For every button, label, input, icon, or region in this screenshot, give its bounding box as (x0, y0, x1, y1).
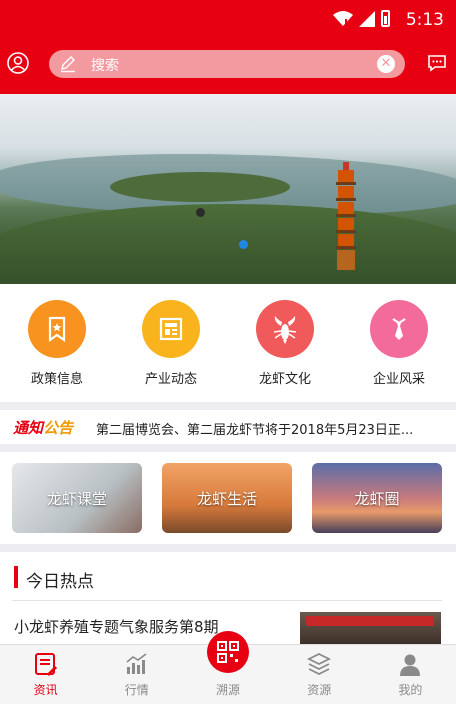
bottom-tab-bar: 资讯 行情 溯源 资源 我的 (0, 631, 456, 704)
thumbnail-banner (306, 616, 434, 626)
card-crayfish-life[interactable]: 龙虾生活 (162, 463, 292, 533)
card-crayfish-class[interactable]: 龙虾课堂 (12, 463, 142, 533)
category-label: 企业风采 (372, 372, 425, 387)
tab-label: 溯源 (216, 683, 241, 697)
tab-label: 行情 (124, 683, 149, 697)
tab-resources[interactable]: 资源 (274, 645, 365, 704)
bookmark-star-icon (28, 300, 86, 358)
app-root: 5:13 搜索 ✕ 政策信息 产业动态 龙虾文化 企业风采 通知公告 第二届博览… (0, 0, 456, 704)
person-icon (400, 654, 421, 676)
tab-news[interactable]: 资讯 (0, 645, 91, 704)
section-accent-bar (14, 566, 18, 588)
tab-label: 我的 (398, 683, 423, 697)
card-label: 龙虾课堂 (46, 489, 107, 508)
status-time: 5:13 (405, 10, 444, 30)
tab-label: 资讯 (33, 683, 58, 697)
feature-cards: 龙虾课堂 龙虾生活 龙虾圈 (0, 452, 456, 544)
wifi-icon (333, 10, 353, 26)
header: 搜索 ✕ (0, 40, 456, 94)
category-enterprise[interactable]: 企业风采 (342, 284, 456, 402)
category-label: 产业动态 (144, 372, 197, 387)
layers-icon (307, 652, 332, 676)
banner-carousel[interactable] (0, 94, 456, 284)
tab-label: 资源 (307, 683, 332, 697)
category-industry[interactable]: 产业动态 (114, 284, 228, 402)
news-icon (142, 300, 200, 358)
status-bar: 5:13 (0, 0, 456, 40)
banner-island (110, 172, 290, 202)
category-culture[interactable]: 龙虾文化 (228, 284, 342, 402)
clear-icon[interactable]: ✕ (377, 55, 395, 73)
search-bar[interactable]: 搜索 ✕ (49, 50, 405, 78)
tab-market[interactable]: 行情 (91, 645, 182, 704)
notice-bar[interactable]: 通知公告 第二届博览会、第二届龙虾节将于2018年5月23日正... (0, 410, 456, 444)
battery-icon (381, 10, 390, 27)
status-icons (333, 10, 390, 27)
pagoda-image (336, 162, 356, 270)
qr-code-icon[interactable] (207, 631, 249, 673)
edit-icon (61, 56, 75, 73)
user-icon[interactable] (7, 52, 29, 74)
chart-icon (126, 653, 147, 674)
card-label: 龙虾圈 (354, 489, 400, 508)
category-grid: 政策信息 产业动态 龙虾文化 企业风采 (0, 284, 456, 402)
tab-mine[interactable]: 我的 (365, 645, 456, 704)
divider (12, 600, 442, 601)
category-label: 龙虾文化 (258, 372, 311, 387)
notice-tag: 通知公告 (13, 417, 73, 438)
message-icon[interactable] (427, 54, 447, 72)
category-label: 政策信息 (30, 372, 83, 387)
card-label: 龙虾生活 (196, 489, 257, 508)
carousel-indicator (0, 208, 456, 249)
notice-tag-part2: 公告 (43, 419, 74, 437)
news-headline[interactable]: 小龙虾养殖专题气象服务第8期 (14, 616, 219, 637)
carousel-dot-active[interactable] (239, 240, 248, 249)
crayfish-icon (256, 300, 314, 358)
carousel-dot[interactable] (196, 208, 205, 217)
news-thumbnail[interactable] (300, 612, 441, 646)
signal-icon (359, 10, 375, 27)
card-crayfish-circle[interactable]: 龙虾圈 (312, 463, 442, 533)
notice-text: 第二届博览会、第二届龙虾节将于2018年5月23日正... (96, 423, 414, 438)
section-title: 今日热点 (26, 572, 94, 592)
tab-trace[interactable]: 溯源 (182, 631, 273, 704)
news-tab-icon (34, 653, 57, 676)
category-policy[interactable]: 政策信息 (0, 284, 114, 402)
notice-tag-part1: 通知 (13, 419, 44, 437)
tie-icon (370, 300, 428, 358)
search-placeholder: 搜索 (91, 58, 119, 74)
